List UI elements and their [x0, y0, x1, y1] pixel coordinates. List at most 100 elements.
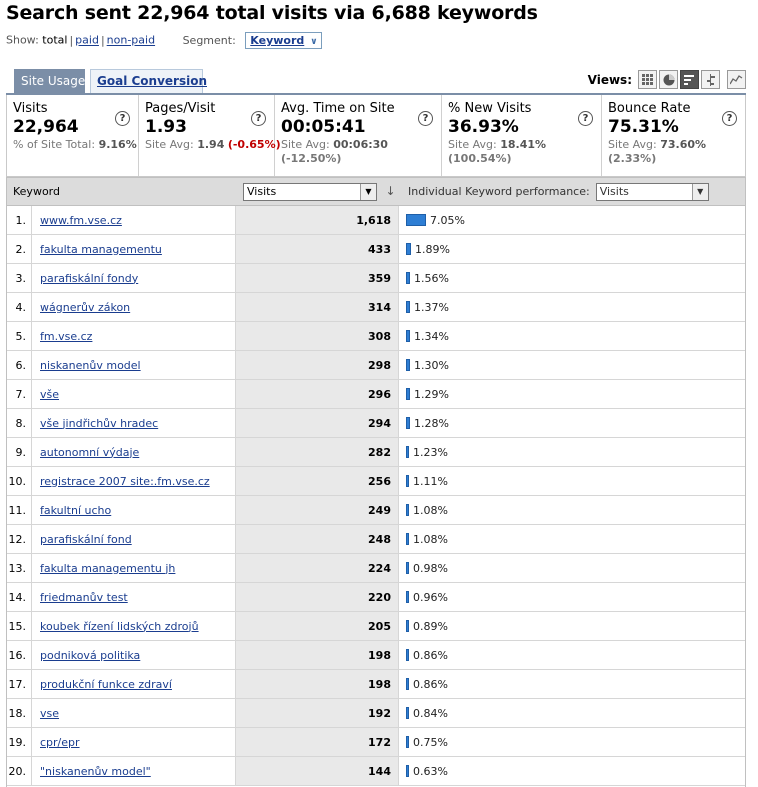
visits-value: 192 [235, 699, 399, 727]
keyword-link[interactable]: registrace 2007 site:.fm.vse.cz [40, 475, 210, 488]
row-index: 20. [6, 757, 32, 785]
keyword-cell: fakultní ucho [32, 496, 235, 524]
keyword-cell: fakulta managementu jh [32, 554, 235, 582]
keyword-cell: vse [32, 699, 235, 727]
keyword-cell: fm.vse.cz [32, 322, 235, 350]
metric-column-select[interactable]: Visits ▼ [243, 182, 377, 201]
metric-delta: (100.54%) [448, 152, 512, 165]
performance-percent: 7.05% [430, 213, 465, 227]
show-total-option[interactable]: total [42, 34, 67, 47]
keyword-column-header[interactable]: Keyword [7, 185, 237, 198]
performance-percent: 1.08% [413, 532, 448, 546]
sort-descending-icon[interactable]: ↓ [386, 184, 396, 198]
performance-bar [406, 649, 409, 661]
segment-dropdown[interactable]: Keyword ∨ [245, 32, 322, 49]
visits-value: 144 [235, 757, 399, 785]
row-index: 11. [6, 496, 32, 524]
table-row: 5. fm.vse.cz 308 1.34% [6, 322, 746, 351]
help-icon[interactable]: ? [722, 111, 737, 126]
metric-visits: Visits 22,964 % of Site Total: 9.16% ? [7, 95, 139, 176]
table-row: 4. wágnerův zákon 314 1.37% [6, 293, 746, 322]
performance-view-button[interactable] [680, 70, 699, 89]
performance-bar [406, 504, 409, 516]
pie-view-button[interactable] [659, 70, 678, 89]
keyword-link[interactable]: fakulta managementu jh [40, 562, 175, 575]
keyword-cell: parafiskální fondy [32, 264, 235, 292]
performance-percent: 1.11% [413, 474, 448, 488]
keyword-link[interactable]: autonomní výdaje [40, 446, 139, 459]
help-icon[interactable]: ? [115, 111, 130, 126]
performance-cell: 1.56% [399, 264, 746, 292]
pivot-chart-view-button[interactable] [727, 70, 746, 89]
keyword-cell: parafiskální fond [32, 525, 235, 553]
keyword-table-body: 1. www.fm.vse.cz 1,618 7.05% 2. fakulta manag… [6, 206, 746, 786]
visits-value: 248 [235, 525, 399, 553]
performance-bar [406, 707, 409, 719]
tab-goal-conversion[interactable]: Goal Conversion [90, 69, 207, 94]
row-index: 3. [6, 264, 32, 292]
row-index: 15. [6, 612, 32, 640]
metric-delta: (2.33%) [608, 152, 657, 165]
keyword-link[interactable]: produkční funkce zdraví [40, 678, 172, 691]
table-row: 11. fakultní ucho 249 1.08% [6, 496, 746, 525]
keyword-link[interactable]: vše [40, 388, 59, 401]
table-row: 15. koubek řízení lidských zdrojů 205 0.89% [6, 612, 746, 641]
keyword-link[interactable]: "niskanenův model" [40, 765, 151, 778]
table-row: 14. friedmanův test 220 0.96% [6, 583, 746, 612]
performance-percent: 0.84% [413, 706, 448, 720]
separator: | [100, 33, 105, 47]
performance-metric-value: Visits [599, 185, 629, 198]
show-non-paid-link[interactable]: non-paid [107, 34, 155, 47]
keyword-link[interactable]: koubek řízení lidských zdrojů [40, 620, 199, 633]
keyword-link[interactable]: fakultní ucho [40, 504, 111, 517]
visits-value: 433 [235, 235, 399, 263]
help-icon[interactable]: ? [251, 111, 266, 126]
visits-value: 294 [235, 409, 399, 437]
metric-avg-time-on-site: Avg. Time on Site 00:05:41 Site Avg: 00:… [275, 95, 442, 176]
keyword-link[interactable]: parafiskální fond [40, 533, 132, 546]
metric-site-avg: Site Avg: 18.41% [448, 138, 547, 151]
performance-cell: 1.37% [399, 293, 746, 321]
performance-bar [406, 678, 409, 690]
keyword-link[interactable]: podniková politika [40, 649, 140, 662]
keyword-cell: friedmanův test [32, 583, 235, 611]
performance-cell: 0.98% [399, 554, 746, 582]
performance-bar [406, 301, 410, 313]
performance-bar [406, 765, 409, 777]
table-row: 17. produkční funkce zdraví 198 0.86% [6, 670, 746, 699]
segment-label: Segment: [182, 33, 236, 47]
metric-new-visits: % New Visits 36.93% Site Avg: 18.41% (10… [442, 95, 602, 176]
keyword-link[interactable]: fm.vse.cz [40, 330, 92, 343]
performance-metric-select[interactable]: Visits ▼ [595, 182, 709, 201]
help-icon[interactable]: ? [418, 111, 433, 126]
keyword-link[interactable]: wágnerův zákon [40, 301, 130, 314]
keyword-link[interactable]: fakulta managementu [40, 243, 162, 256]
metrics-summary: Visits 22,964 % of Site Total: 9.16% ? P… [6, 95, 746, 177]
keyword-link[interactable]: cpr/epr [40, 736, 80, 749]
keyword-cell: www.fm.vse.cz [32, 206, 235, 234]
table-left-border [6, 206, 7, 787]
table-row: 12. parafiskální fond 248 1.08% [6, 525, 746, 554]
pivot-chart-view-icon [730, 75, 743, 85]
show-paid-link[interactable]: paid [75, 34, 99, 47]
keyword-cell: vše [32, 380, 235, 408]
row-index: 17. [6, 670, 32, 698]
help-icon[interactable]: ? [578, 111, 593, 126]
row-index: 4. [6, 293, 32, 321]
performance-percent: 1.29% [414, 387, 449, 401]
keyword-link[interactable]: parafiskální fondy [40, 272, 138, 285]
visits-value: 296 [235, 380, 399, 408]
performance-percent: 1.89% [415, 242, 450, 256]
comparison-view-button[interactable] [701, 70, 720, 89]
keyword-link[interactable]: friedmanův test [40, 591, 128, 604]
metric-delta: (-12.50%) [281, 152, 342, 165]
table-view-button[interactable] [638, 70, 657, 89]
keyword-cell: vše jindřichův hradec [32, 409, 235, 437]
tab-site-usage[interactable]: Site Usage [14, 69, 85, 94]
keyword-link[interactable]: vse [40, 707, 59, 720]
keyword-link[interactable]: vše jindřichův hradec [40, 417, 158, 430]
keyword-link[interactable]: www.fm.vse.cz [40, 214, 122, 227]
performance-percent: 0.86% [413, 677, 448, 691]
performance-cell: 0.84% [399, 699, 746, 727]
keyword-link[interactable]: niskanenův model [40, 359, 141, 372]
